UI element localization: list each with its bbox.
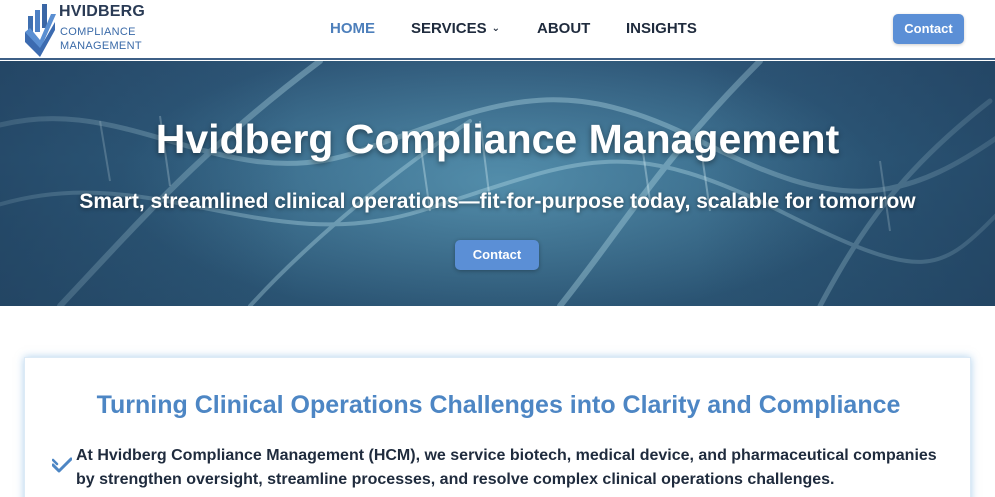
double-check-icon: [52, 457, 72, 473]
logo-subtitle: COMPLIANCE MANAGEMENT: [60, 26, 142, 52]
logo-title: HVIDBERG: [59, 3, 146, 20]
hero-subtitle: Smart, streamlined clinical operations—f…: [79, 190, 916, 213]
site-header: HVIDBERG COMPLIANCE MANAGEMENT HOME SERV…: [0, 0, 995, 60]
nav-item-label: INSIGHTS: [626, 20, 697, 37]
hero-section: Hvidberg Compliance Management Smart, st…: [0, 61, 995, 306]
nav-item-label: ABOUT: [537, 20, 591, 37]
nav-item-services[interactable]: SERVICES ⌄: [411, 20, 500, 37]
hero-title: Hvidberg Compliance Management: [155, 116, 840, 162]
chevron-down-icon: ⌄: [491, 23, 500, 34]
shield-check-logo-icon: [25, 4, 56, 57]
header-contact-button[interactable]: Contact: [893, 14, 964, 44]
nav-item-home[interactable]: HOME: [330, 20, 375, 37]
intro-card: Turning Clinical Operations Challenges i…: [24, 357, 971, 497]
intro-paragraph: At Hvidberg Compliance Management (HCM),…: [76, 447, 937, 488]
logo[interactable]: HVIDBERG COMPLIANCE MANAGEMENT: [22, 2, 152, 58]
nav-item-label: SERVICES: [411, 20, 487, 37]
hero-contact-button[interactable]: Contact: [455, 240, 539, 270]
nav-item-insights[interactable]: INSIGHTS: [626, 20, 697, 37]
nav-item-about[interactable]: ABOUT: [537, 20, 590, 37]
intro-heading: Turning Clinical Operations Challenges i…: [96, 391, 901, 419]
nav-item-label: HOME: [330, 20, 375, 37]
